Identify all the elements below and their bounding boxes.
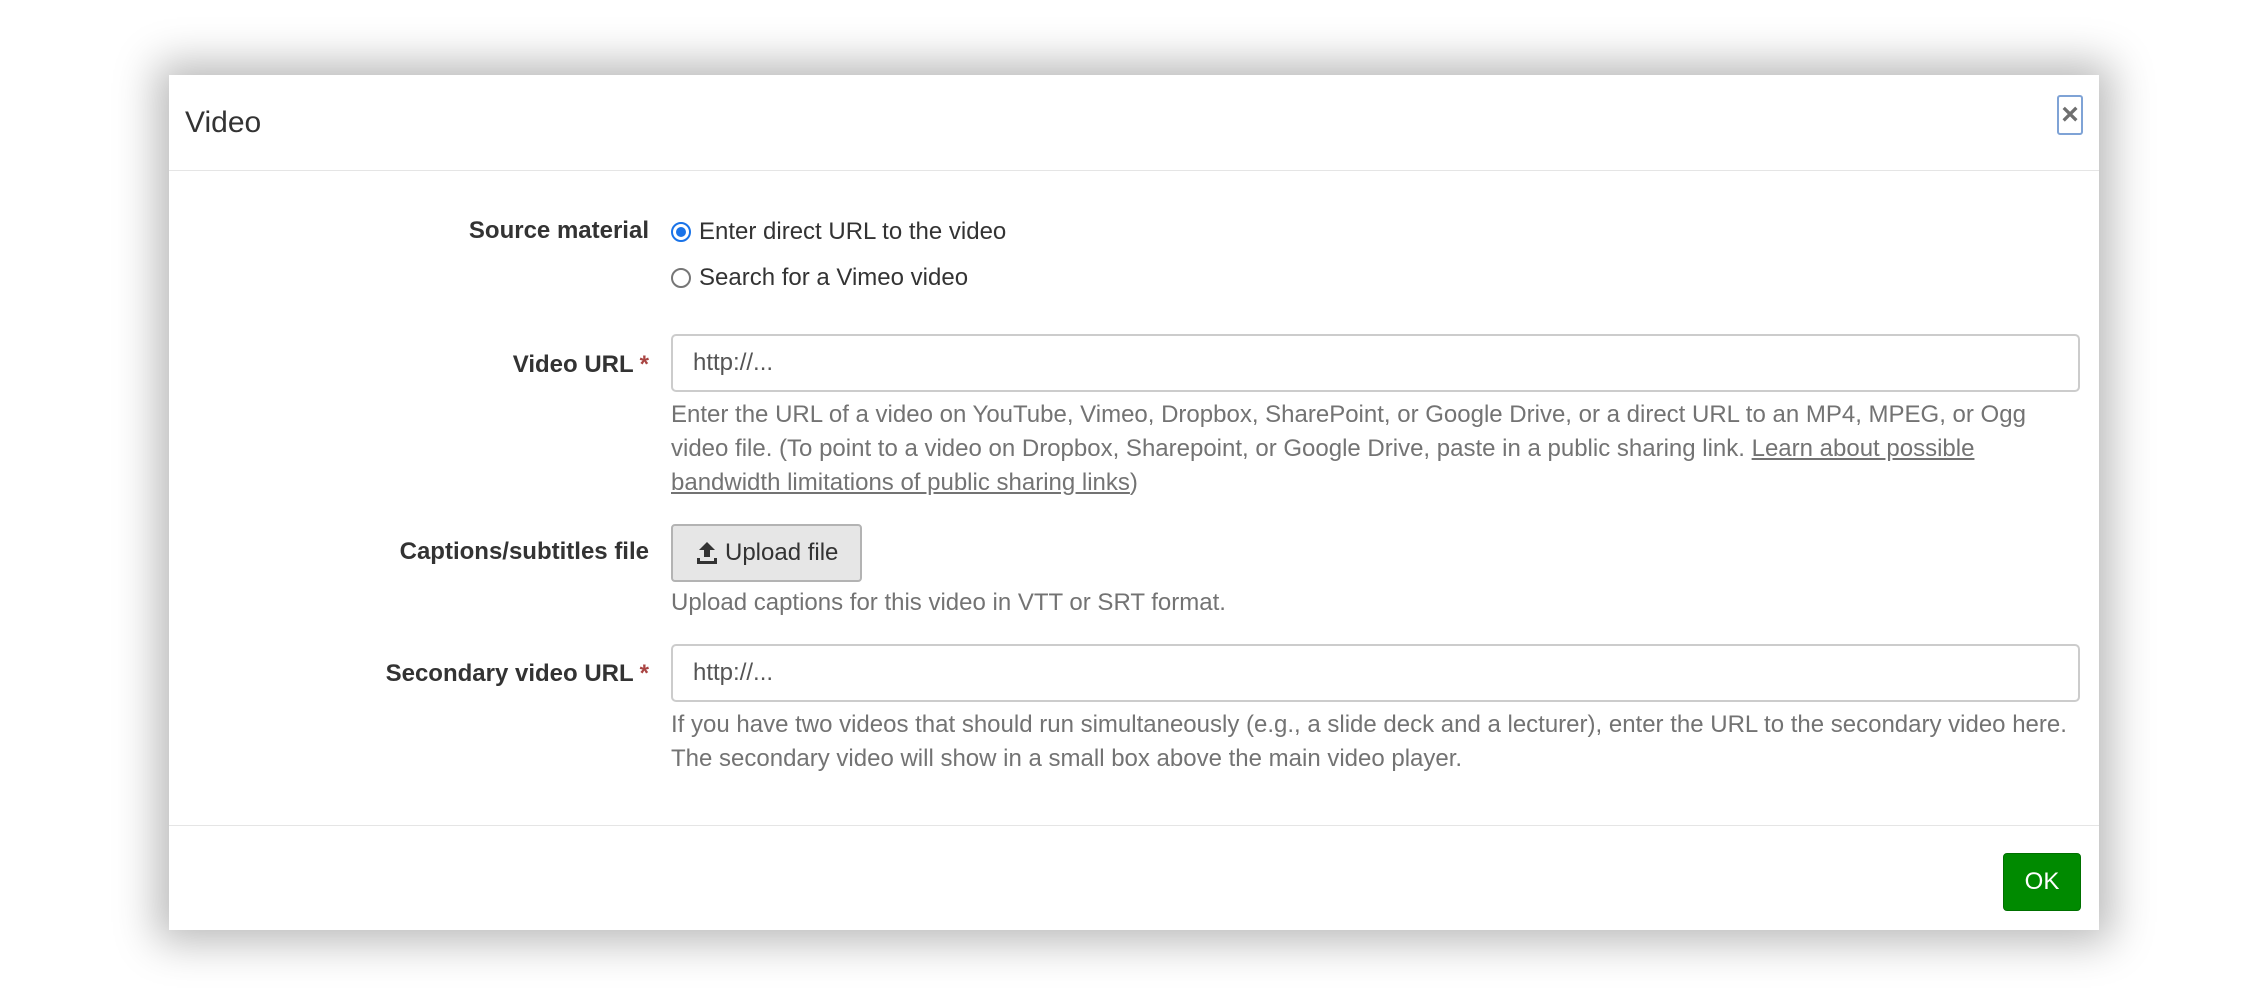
captions-label-text: Captions/subtitles file (399, 538, 649, 565)
video-url-label-text: Video URL (512, 351, 634, 378)
video-url-input[interactable] (671, 334, 2080, 392)
secondary-url-help: If you have two videos that should run s… (671, 711, 2067, 772)
captions-help: Upload captions for this video in VTT or… (671, 589, 1226, 616)
secondary-url-input[interactable] (671, 644, 2080, 702)
video-url-label: Video URL * (513, 351, 649, 379)
captions-field: Upload file Upload captions for this vid… (671, 524, 2080, 620)
dialog-footer: OK (169, 825, 2099, 931)
required-marker: * (639, 351, 649, 378)
close-button[interactable]: × (2057, 95, 2083, 135)
radio-option-vimeo-search[interactable]: Search for a Vimeo video (671, 255, 2080, 301)
video-url-field: Enter the URL of a video on YouTube, Vim… (671, 334, 2080, 500)
dialog-header: Video × (169, 75, 2099, 171)
radio-vimeo-search-label[interactable]: Search for a Vimeo video (699, 264, 968, 292)
video-url-help: Enter the URL of a video on YouTube, Vim… (671, 398, 2080, 500)
video-url-help-suffix: ) (1129, 469, 1138, 496)
source-material-label: Source material (469, 217, 649, 245)
secondary-url-label: Secondary video URL * (386, 660, 649, 688)
required-marker: * (639, 660, 649, 687)
radio-option-direct-url[interactable]: Enter direct URL to the video (671, 209, 2080, 255)
radio-vimeo-search[interactable] (671, 268, 691, 288)
close-icon: × (2061, 98, 2079, 131)
radio-direct-url[interactable] (671, 222, 691, 242)
video-dialog: Video × Source material Enter direct URL… (169, 75, 2099, 930)
captions-label: Captions/subtitles file (400, 538, 649, 566)
source-material-options: Enter direct URL to the video Search for… (671, 209, 2080, 301)
ok-button[interactable]: OK (2003, 853, 2081, 911)
radio-direct-url-label[interactable]: Enter direct URL to the video (699, 218, 1006, 246)
secondary-url-field: If you have two videos that should run s… (671, 644, 2080, 776)
secondary-url-label-text: Secondary video URL (385, 660, 634, 687)
upload-file-button[interactable]: Upload file (671, 524, 863, 582)
dialog-title: Video (185, 106, 262, 139)
upload-file-label: Upload file (725, 539, 839, 566)
upload-icon (697, 542, 717, 564)
source-material-label-text: Source material (468, 217, 649, 244)
